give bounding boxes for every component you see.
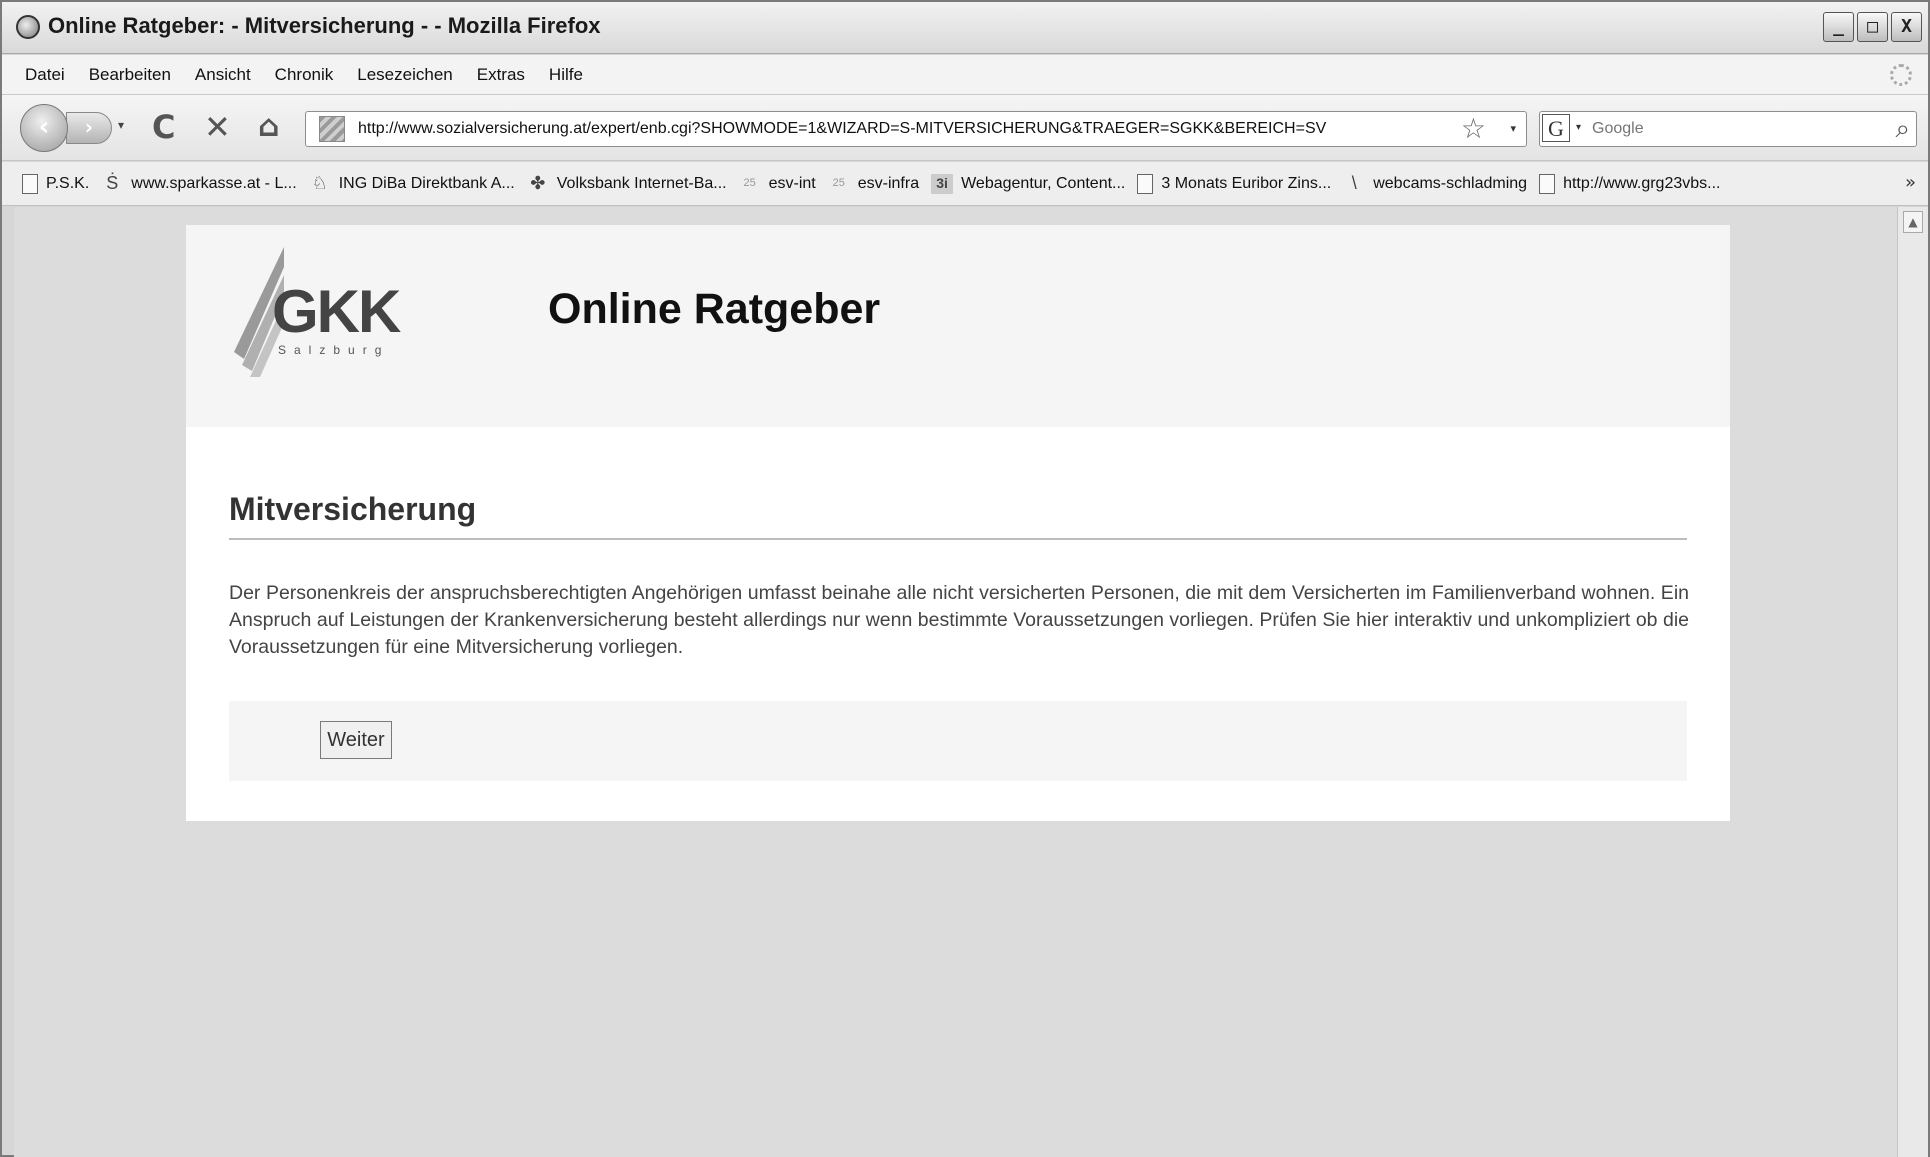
- menu-hilfe[interactable]: Hilfe: [549, 65, 583, 85]
- bookmark-label: http://www.grg23vbs...: [1563, 174, 1721, 192]
- menu-bearbeiten[interactable]: Bearbeiten: [89, 65, 171, 85]
- page-icon: [22, 173, 38, 194]
- home-button[interactable]: ⌂: [258, 109, 279, 145]
- bookmark-volksbank[interactable]: ✤ Volksbank Internet-Ba...: [527, 172, 727, 194]
- address-bar[interactable]: http://www.sozialversicherung.at/expert/…: [305, 111, 1527, 147]
- search-bar: G ▾ ⌕: [1539, 111, 1917, 147]
- menu-datei[interactable]: Datei: [25, 65, 65, 85]
- bookmark-star-icon[interactable]: ☆: [1461, 112, 1486, 146]
- url-text[interactable]: http://www.sozialversicherung.at/expert/…: [358, 120, 1326, 138]
- browser-window: Online Ratgeber: - Mitversicherung - - M…: [0, 0, 1930, 1157]
- bookmark-grg23vbs[interactable]: http://www.grg23vbs...: [1539, 173, 1721, 194]
- search-input[interactable]: [1592, 117, 1872, 141]
- page-icon: [1539, 173, 1556, 194]
- maximize-button[interactable]: □: [1857, 12, 1888, 42]
- section-divider: [229, 538, 1687, 540]
- window-title: Online Ratgeber: - Mitversicherung - - M…: [48, 13, 601, 38]
- history-dropdown-icon[interactable]: ▾: [118, 118, 124, 132]
- intro-paragraph: Der Personenkreis der anspruchsberechtig…: [229, 582, 1689, 658]
- sparkasse-icon: Ṡ: [106, 172, 119, 193]
- reload-button[interactable]: C: [152, 109, 175, 145]
- bookmark-label: www.sparkasse.at - L...: [131, 174, 297, 192]
- minimize-button[interactable]: _: [1823, 12, 1854, 42]
- page-container: GKK Salzburg Online Ratgeber Mitversiche…: [186, 225, 1730, 821]
- title-bar: Online Ratgeber: - Mitversicherung - - M…: [2, 2, 1928, 54]
- site-title: Online Ratgeber: [548, 285, 881, 333]
- menu-ansicht[interactable]: Ansicht: [195, 65, 251, 85]
- logo-text: GKK: [272, 278, 401, 345]
- search-engine-dropdown-icon[interactable]: ▾: [1576, 122, 1581, 133]
- menu-bar: Datei Bearbeiten Ansicht Chronik Lesezei…: [2, 55, 1928, 95]
- logo-subtext: Salzburg: [278, 343, 390, 357]
- back-forward-group: › ‹ ▾: [20, 104, 132, 152]
- bookmark-esv-int[interactable]: 25 esv-int: [739, 174, 816, 194]
- bookmark-label: webcams-schladming: [1373, 174, 1528, 192]
- back-button[interactable]: ‹: [20, 104, 68, 152]
- menu-chronik[interactable]: Chronik: [275, 65, 334, 85]
- bookmarks-toolbar: P.S.K. Ṡ www.sparkasse.at - L... ♘ ING D…: [2, 162, 1928, 206]
- page-header: GKK Salzburg Online Ratgeber: [186, 225, 1730, 427]
- bookmark-sparkasse[interactable]: Ṡ www.sparkasse.at - L...: [101, 174, 296, 194]
- webcam-icon: \: [1351, 172, 1357, 193]
- bookmark-esv-infra[interactable]: 25 esv-infra: [828, 174, 919, 194]
- firefox-icon: [16, 15, 40, 39]
- scroll-up-arrow-icon[interactable]: ▲: [1903, 211, 1923, 233]
- bookmark-label: Volksbank Internet-Ba...: [556, 174, 727, 192]
- bookmarks-overflow-chevron-icon[interactable]: »: [1905, 172, 1916, 193]
- section-title: Mitversicherung: [229, 491, 477, 527]
- forward-button[interactable]: ›: [66, 112, 112, 144]
- esv-icon: 25: [743, 176, 756, 189]
- search-go-icon[interactable]: ⌕: [1895, 113, 1910, 145]
- weiter-button[interactable]: Weiter: [320, 721, 392, 759]
- page-icon: [1137, 173, 1154, 194]
- menu-lesezeichen[interactable]: Lesezeichen: [357, 65, 452, 85]
- bookmark-label: esv-int: [768, 174, 816, 192]
- bookmark-euribor[interactable]: 3 Monats Euribor Zins...: [1137, 173, 1332, 194]
- search-engine-letter: G: [1548, 116, 1564, 141]
- bookmark-ing-diba[interactable]: ♘ ING DiBa Direktbank A...: [309, 174, 515, 194]
- close-button[interactable]: X: [1891, 12, 1922, 42]
- bookmark-label: Webagentur, Content...: [961, 174, 1126, 192]
- bookmark-label: 3 Monats Euribor Zins...: [1161, 174, 1332, 192]
- bookmark-webcams-schladming[interactable]: \ webcams-schladming: [1343, 174, 1527, 194]
- navigation-toolbar: › ‹ ▾ C ✕ ⌂ http://www.sozialversicherun…: [2, 95, 1928, 161]
- bookmark-psk[interactable]: P.S.K.: [22, 173, 90, 194]
- site-identity-icon[interactable]: [319, 116, 345, 142]
- 3i-icon: 3i: [931, 173, 954, 194]
- gkk-logo[interactable]: GKK Salzburg: [234, 247, 414, 377]
- throbber-icon: [1890, 64, 1912, 86]
- menu-extras[interactable]: Extras: [477, 65, 525, 85]
- esv-icon: 25: [832, 176, 845, 189]
- ing-icon: ♘: [311, 172, 328, 193]
- bookmark-label: ING DiBa Direktbank A...: [338, 174, 515, 192]
- button-row: Weiter: [229, 701, 1687, 781]
- vertical-scrollbar[interactable]: ▲: [1897, 207, 1928, 1157]
- bookmark-label: P.S.K.: [46, 174, 90, 192]
- window-controls: _ □ X: [1823, 12, 1922, 42]
- stop-button[interactable]: ✕: [204, 109, 231, 145]
- url-history-dropdown-icon[interactable]: ▾: [1510, 122, 1516, 135]
- page-viewport: GKK Salzburg Online Ratgeber Mitversiche…: [14, 207, 1897, 1157]
- bookmark-webagentur[interactable]: 3i Webagentur, Content...: [931, 173, 1126, 194]
- bookmark-label: esv-infra: [857, 174, 920, 192]
- volksbank-icon: ✤: [530, 172, 546, 193]
